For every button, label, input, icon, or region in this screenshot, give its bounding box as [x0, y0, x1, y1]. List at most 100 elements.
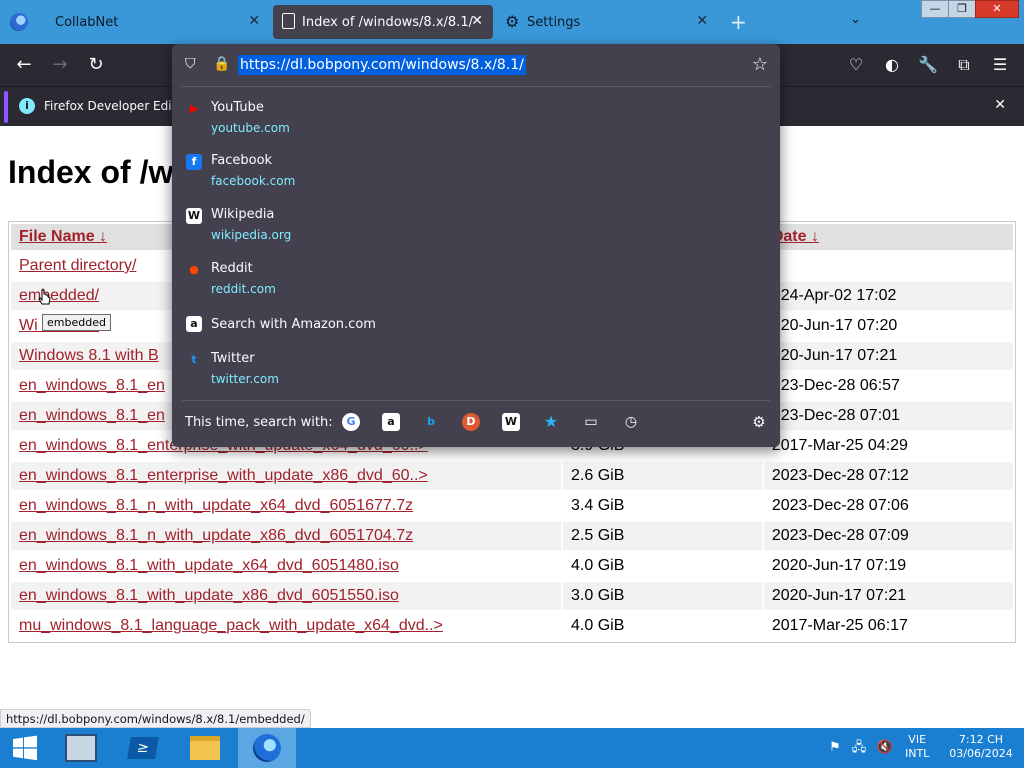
url-suggestion[interactable]: ● Reddit reddit.com: [172, 254, 780, 304]
suggestion-url: youtube.com: [211, 121, 290, 135]
file-date-cell: 023-Dec-28 07:01: [763, 402, 1013, 430]
reload-icon[interactable]: ↻: [85, 54, 107, 76]
tab-index[interactable]: Index of /windows/8.x/8.1/ ✕: [273, 5, 493, 39]
file-link[interactable]: en_windows_8.1_en: [19, 377, 165, 394]
file-link[interactable]: en_windows_8.1_n_with_update_x86_dvd_605…: [19, 527, 413, 544]
taskbar: ≥ ⚑ 🖧 🔇 VIE INTL 7:12 CH 03/06/2024: [0, 728, 1024, 768]
file-link[interactable]: Parent directory/: [19, 257, 136, 274]
file-size-cell: 4.0 GiB: [571, 617, 625, 634]
suggestion-title: Search with Amazon.com: [211, 317, 376, 332]
extensions-icon[interactable]: ⧉: [953, 54, 975, 76]
lang-line2: INTL: [905, 747, 930, 760]
server-manager-icon: [65, 734, 97, 762]
file-date-cell: 2017-Mar-25 04:29: [771, 437, 908, 454]
windows-logo-icon: [13, 735, 37, 761]
suggestion-title: Reddit: [211, 261, 253, 276]
minimize-button[interactable]: —: [921, 0, 949, 18]
page-title: Index of /w: [8, 154, 174, 190]
google-engine-icon[interactable]: G: [342, 413, 360, 431]
wrench-icon[interactable]: 🔧: [917, 54, 939, 76]
close-icon[interactable]: ✕: [248, 13, 260, 29]
bookmarks-engine-icon[interactable]: ★: [542, 413, 560, 431]
history-engine-icon[interactable]: ◷: [622, 413, 640, 431]
forward-arrow-icon[interactable]: →: [49, 54, 71, 76]
url-bar: ⛉ 🔒 https://dl.bobpony.com/windows/8.x/8…: [172, 44, 780, 86]
powershell-taskbar-button[interactable]: ≥: [114, 728, 172, 768]
tab-bar: CollabNet ✕ Index of /windows/8.x/8.1/ ✕…: [0, 0, 1024, 44]
close-icon[interactable]: ✕: [696, 13, 708, 29]
file-date-cell: 020-Jun-17 07:21: [763, 342, 1013, 370]
search-settings-gear-icon[interactable]: ⚙: [750, 413, 768, 431]
clock[interactable]: 7:12 CH 03/06/2024: [945, 733, 1017, 761]
server-manager-taskbar-button[interactable]: [52, 728, 110, 768]
suggestion-url: reddit.com: [211, 282, 276, 296]
file-date-cell: 2023-Dec-28 07:12: [763, 462, 1013, 490]
close-icon[interactable]: ✕: [471, 13, 483, 29]
url-suggestion[interactable]: W Wikipedia wikipedia.org: [172, 200, 780, 250]
file-link[interactable]: Windows 8.1 with B: [19, 347, 159, 364]
lang-line1: VIE: [908, 733, 927, 746]
column-header-date[interactable]: Date ↓: [763, 224, 1013, 250]
url-dropdown-panel: ⛉ 🔒 https://dl.bobpony.com/windows/8.x/8…: [172, 44, 780, 447]
close-icon[interactable]: ✕: [994, 97, 1006, 113]
file-name-cell: en_windows_8.1_with_update_x64_dvd_60514…: [11, 552, 561, 580]
file-date-cell: 024-Apr-02 17:02: [763, 282, 1013, 310]
file-link[interactable]: mu_windows_8.1_language_pack_with_update…: [19, 617, 443, 634]
favicon-icon: ●: [189, 263, 199, 276]
shield-icon[interactable]: ⛉: [185, 56, 201, 73]
flag-icon[interactable]: ⚑: [826, 739, 844, 757]
file-explorer-taskbar-button[interactable]: [176, 728, 234, 768]
tab-settings[interactable]: ⚙ Settings ✕: [496, 0, 718, 44]
input-language[interactable]: VIE INTL: [905, 733, 929, 761]
url-suggestion[interactable]: t Twitter twitter.com: [172, 344, 780, 394]
favicon-icon: W: [186, 208, 202, 224]
network-icon[interactable]: 🖧: [850, 739, 868, 757]
file-link[interactable]: en_windows_8.1_with_update_x64_dvd_60514…: [19, 557, 399, 574]
tabs-engine-icon[interactable]: ▭: [582, 413, 600, 431]
file-date-cell: 2020-Jun-17 07:19: [771, 557, 907, 574]
chevron-down-icon[interactable]: ⌄: [850, 12, 861, 27]
lock-icon[interactable]: 🔒: [213, 56, 230, 73]
file-date-cell: 2023-Dec-28 07:06: [771, 497, 909, 514]
back-arrow-icon[interactable]: ←: [13, 54, 35, 76]
start-button[interactable]: [0, 728, 50, 768]
clock-time: 7:12 CH: [958, 733, 1004, 746]
tab-label: Settings: [527, 15, 581, 30]
contrast-icon[interactable]: ◐: [881, 54, 903, 76]
url-suggestion[interactable]: a Search with Amazon.com: [172, 308, 780, 342]
firefox-dev-icon: [253, 734, 281, 762]
bookmark-star-icon[interactable]: ☆: [752, 54, 768, 75]
file-size-cell: 4.0 GiB: [571, 557, 625, 574]
duckduckgo-engine-icon[interactable]: D: [462, 413, 480, 431]
url-suggestion[interactable]: f Facebook facebook.com: [172, 146, 780, 196]
file-link[interactable]: en_windows_8.1_enterprise_with_update_x8…: [19, 467, 428, 484]
new-tab-plus-icon[interactable]: +: [730, 10, 747, 34]
restore-button[interactable]: ❐: [948, 0, 976, 18]
url-suggestion[interactable]: ▶ YouTube youtube.com: [172, 93, 780, 143]
file-date-cell: [764, 252, 1013, 280]
table-row: mu_windows_8.1_language_pack_with_update…: [11, 612, 1013, 640]
wikipedia-engine-icon[interactable]: W: [502, 413, 520, 431]
bing-engine-icon[interactable]: b: [422, 413, 440, 431]
close-window-button[interactable]: ✕: [975, 0, 1019, 18]
file-link[interactable]: en_windows_8.1_en: [19, 407, 165, 424]
suggestion-title: Facebook: [211, 153, 273, 168]
status-bar: https://dl.bobpony.com/windows/8.x/8.1/e…: [0, 709, 311, 728]
menu-icon[interactable]: ☰: [989, 54, 1011, 76]
file-link[interactable]: en_windows_8.1_n_with_update_x64_dvd_605…: [19, 497, 413, 514]
file-name-cell: en_windows_8.1_n_with_update_x86_dvd_605…: [11, 522, 562, 550]
url-input[interactable]: https://dl.bobpony.com/windows/8.x/8.1/: [238, 55, 526, 75]
amazon-engine-icon[interactable]: a: [382, 413, 400, 431]
file-link[interactable]: en_windows_8.1_with_update_x86_dvd_60515…: [19, 587, 399, 604]
suggestion-title: Twitter: [211, 351, 255, 366]
sort-name-link[interactable]: File Name ↓: [19, 228, 107, 245]
file-size-cell: 2.6 GiB: [563, 462, 762, 490]
pocket-icon[interactable]: ♡: [845, 54, 867, 76]
suggestion-title: YouTube: [211, 100, 264, 115]
firefox-taskbar-button[interactable]: [238, 728, 296, 768]
file-link[interactable]: embedded/: [19, 287, 99, 304]
tab-collabnet[interactable]: CollabNet ✕: [0, 0, 270, 44]
table-row: en_windows_8.1_with_update_x86_dvd_60515…: [11, 582, 1013, 610]
link-tooltip: embedded: [42, 314, 111, 331]
volume-muted-icon[interactable]: 🔇: [876, 739, 894, 757]
